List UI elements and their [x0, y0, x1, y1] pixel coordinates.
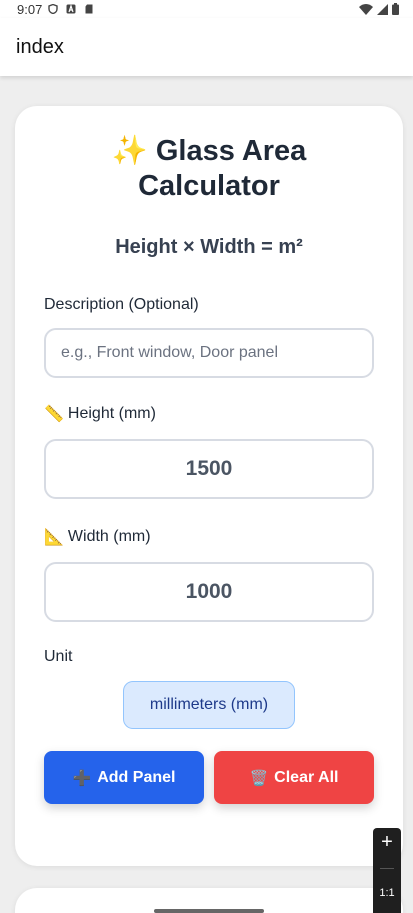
status-icons-right	[359, 3, 399, 15]
description-label: Description (Optional)	[44, 296, 199, 313]
height-input[interactable]: 1500	[44, 439, 374, 499]
zoom-ratio[interactable]: 1:1	[379, 887, 394, 899]
trash-icon: 🗑️	[249, 769, 269, 787]
shield-icon	[48, 4, 59, 14]
height-label: 📏 Height (mm)	[44, 404, 374, 424]
add-panel-label: Add Panel	[97, 768, 176, 786]
clear-all-button[interactable]: 🗑️ Clear All	[214, 751, 374, 804]
ruler-icon: 📏	[44, 406, 64, 423]
status-bar: 9:07	[0, 0, 413, 18]
sd-card-icon	[85, 4, 93, 14]
unit-label: Unit	[44, 648, 73, 665]
height-value: 1500	[185, 457, 233, 480]
clear-all-label: Clear All	[274, 768, 339, 786]
plus-icon: ➕	[72, 769, 92, 787]
battery-icon	[392, 3, 399, 15]
signal-icon	[377, 3, 388, 15]
app-bar: index	[0, 18, 413, 76]
width-label: 📐 Width (mm)	[44, 527, 374, 547]
width-input[interactable]: 1000	[44, 562, 374, 622]
page-title: ✨ Glass Area Calculator	[44, 134, 374, 204]
formula-text: Height × Width = m²	[115, 236, 303, 258]
sparkles-icon: ✨	[111, 135, 148, 167]
page-title-text: Glass Area Calculator	[138, 135, 307, 202]
status-icons-left	[48, 4, 94, 14]
width-value: 1000	[185, 580, 233, 603]
calculator-card: ✨ Glass Area Calculator Height × Width =…	[15, 106, 403, 866]
width-label-text: Width (mm)	[67, 528, 151, 545]
zoom-in-button[interactable]: +	[381, 832, 393, 852]
a-icon	[66, 4, 76, 14]
unit-selector[interactable]: millimeters (mm)	[123, 681, 295, 729]
description-placeholder: e.g., Front window, Door panel	[61, 344, 279, 361]
action-buttons: ➕ Add Panel 🗑️ Clear All	[44, 751, 374, 804]
height-label-text: Height (mm)	[67, 405, 156, 422]
zoom-divider	[380, 868, 394, 869]
status-time: 9:07	[17, 1, 43, 17]
zoom-control[interactable]: + 1:1	[373, 828, 401, 913]
wifi-icon	[359, 3, 373, 15]
add-panel-button[interactable]: ➕ Add Panel	[44, 751, 204, 804]
gesture-nav-handle[interactable]	[154, 909, 264, 913]
app-bar-title: index	[16, 35, 64, 58]
unit-selected-value: millimeters (mm)	[149, 696, 269, 713]
description-input[interactable]: e.g., Front window, Door panel	[44, 328, 374, 378]
triangle-ruler-icon: 📐	[44, 529, 64, 546]
